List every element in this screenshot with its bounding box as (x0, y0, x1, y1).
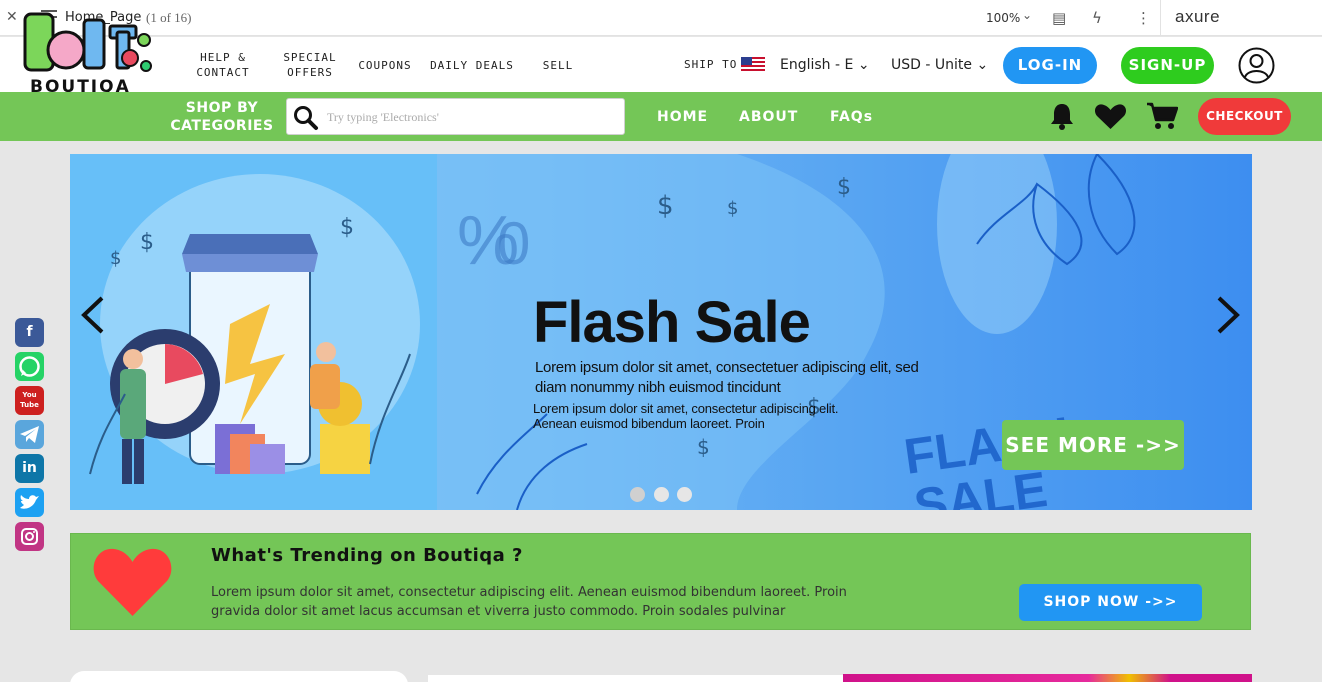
svg-text:$: $ (110, 248, 121, 269)
nav-daily-deals[interactable]: DAILY DEALS (428, 58, 516, 73)
svg-text:$: $ (657, 191, 674, 221)
checkout-button[interactable]: CHECKOUT (1198, 98, 1291, 135)
shop-now-button[interactable]: SHOP NOW ->> (1019, 584, 1202, 621)
shopping-illustration: $ $ $ (89, 174, 420, 484)
nav-faqs[interactable]: FAQs (830, 109, 873, 125)
currency-value: USD - Unite (891, 57, 972, 73)
search-input[interactable] (327, 106, 617, 128)
language-value: English - E (780, 57, 854, 73)
linkedin-icon-glyph: in (22, 460, 37, 476)
carousel-next-arrow[interactable] (1215, 296, 1241, 334)
nav-help-contact[interactable]: HELP & CONTACT (190, 50, 256, 80)
trending-text: Lorem ipsum dolor sit amet, consectetur … (211, 585, 847, 619)
axure-logo: axure (1175, 7, 1221, 26)
hero-body: Lorem ipsum dolor sit amet, consectetur … (533, 401, 839, 431)
content-card (428, 675, 844, 682)
trending-title: What's Trending on Boutiqa ? (211, 545, 523, 566)
heart-icon (93, 548, 172, 616)
whatsapp-icon-glyph (19, 356, 40, 377)
cart-icon[interactable] (1146, 102, 1178, 130)
carousel-dot-1[interactable] (630, 487, 645, 502)
us-flag-icon[interactable] (741, 57, 765, 72)
chevron-down-icon: ⌄ (857, 57, 870, 73)
axure-toolbar: ✕ Home_Page (1 of 16) 100% ⌄ ▤ ϟ ⋮ axure (0, 0, 1322, 36)
facebook-icon[interactable]: f (15, 318, 44, 347)
language-select[interactable]: English - E ⌄ (780, 57, 870, 73)
nav-coupons[interactable]: COUPONS (352, 58, 418, 73)
youtube-icon-glyph: You Tube (20, 391, 39, 409)
wishlist-heart-icon[interactable] (1094, 103, 1127, 130)
nav-home[interactable]: HOME (657, 109, 708, 125)
login-button[interactable]: LOG-IN (1003, 47, 1097, 84)
svg-text:0: 0 (497, 210, 530, 277)
instagram-icon-glyph (21, 528, 38, 545)
hero-title: Flash Sale (533, 290, 811, 355)
svg-text:$: $ (837, 175, 851, 200)
svg-text:$: $ (727, 198, 738, 219)
telegram-icon-glyph (20, 426, 39, 443)
instagram-icon[interactable] (15, 522, 44, 551)
twitter-icon[interactable] (15, 488, 44, 517)
carousel-dot-3[interactable] (677, 487, 692, 502)
svg-text:$: $ (697, 435, 710, 459)
signup-button[interactable]: SIGN-UP (1121, 47, 1214, 84)
svg-text:$: $ (140, 230, 154, 255)
page-count: (1 of 16) (146, 10, 192, 25)
interactions-icon[interactable]: ϟ (1092, 9, 1102, 27)
svg-text:$: $ (340, 215, 354, 240)
nav-about[interactable]: ABOUT (739, 109, 798, 125)
shop-by-categories-button[interactable]: SHOP BY CATEGORIES (170, 99, 274, 135)
youtube-icon[interactable]: You Tube (15, 386, 44, 415)
chevron-down-icon[interactable]: ⌄ (1022, 8, 1032, 22)
twitter-icon-glyph (20, 495, 39, 509)
notes-icon[interactable]: ▤ (1052, 9, 1066, 27)
see-more-button[interactable]: SEE MORE ->> (1002, 420, 1184, 470)
content-card (70, 671, 408, 682)
search-icon[interactable] (293, 105, 319, 131)
divider (1160, 0, 1161, 36)
nav-special-offers[interactable]: SPECIAL OFFERS (279, 50, 341, 80)
zoom-level[interactable]: 100% (986, 11, 1020, 25)
whatsapp-icon[interactable] (15, 352, 44, 381)
hero-illustration: $ $ $ (70, 154, 437, 510)
close-icon[interactable]: ✕ (6, 9, 18, 25)
more-options-icon[interactable]: ⋮ (1136, 9, 1151, 27)
carousel-dot-2[interactable] (654, 487, 669, 502)
carousel-prev-arrow[interactable] (80, 296, 106, 334)
nav-sell[interactable]: SELL (538, 58, 578, 73)
ship-to-label: SHIP TO (684, 58, 738, 71)
search-box[interactable] (286, 98, 625, 135)
currency-select[interactable]: USD - Unite ⌄ (891, 57, 988, 73)
linkedin-icon[interactable]: in (15, 454, 44, 483)
chevron-down-icon: ⌄ (976, 57, 989, 73)
facebook-icon-glyph: f (26, 324, 33, 340)
logo-mark (23, 12, 152, 72)
promo-banner (843, 674, 1252, 682)
hero-subtitle: Lorem ipsum dolor sit amet, consectetuer… (535, 359, 919, 396)
app-root: { "axure": { "page_name": "Home_Page", "… (0, 0, 1322, 682)
notification-bell-icon[interactable] (1047, 101, 1077, 131)
user-avatar-icon[interactable] (1238, 47, 1275, 84)
telegram-icon[interactable] (15, 420, 44, 449)
